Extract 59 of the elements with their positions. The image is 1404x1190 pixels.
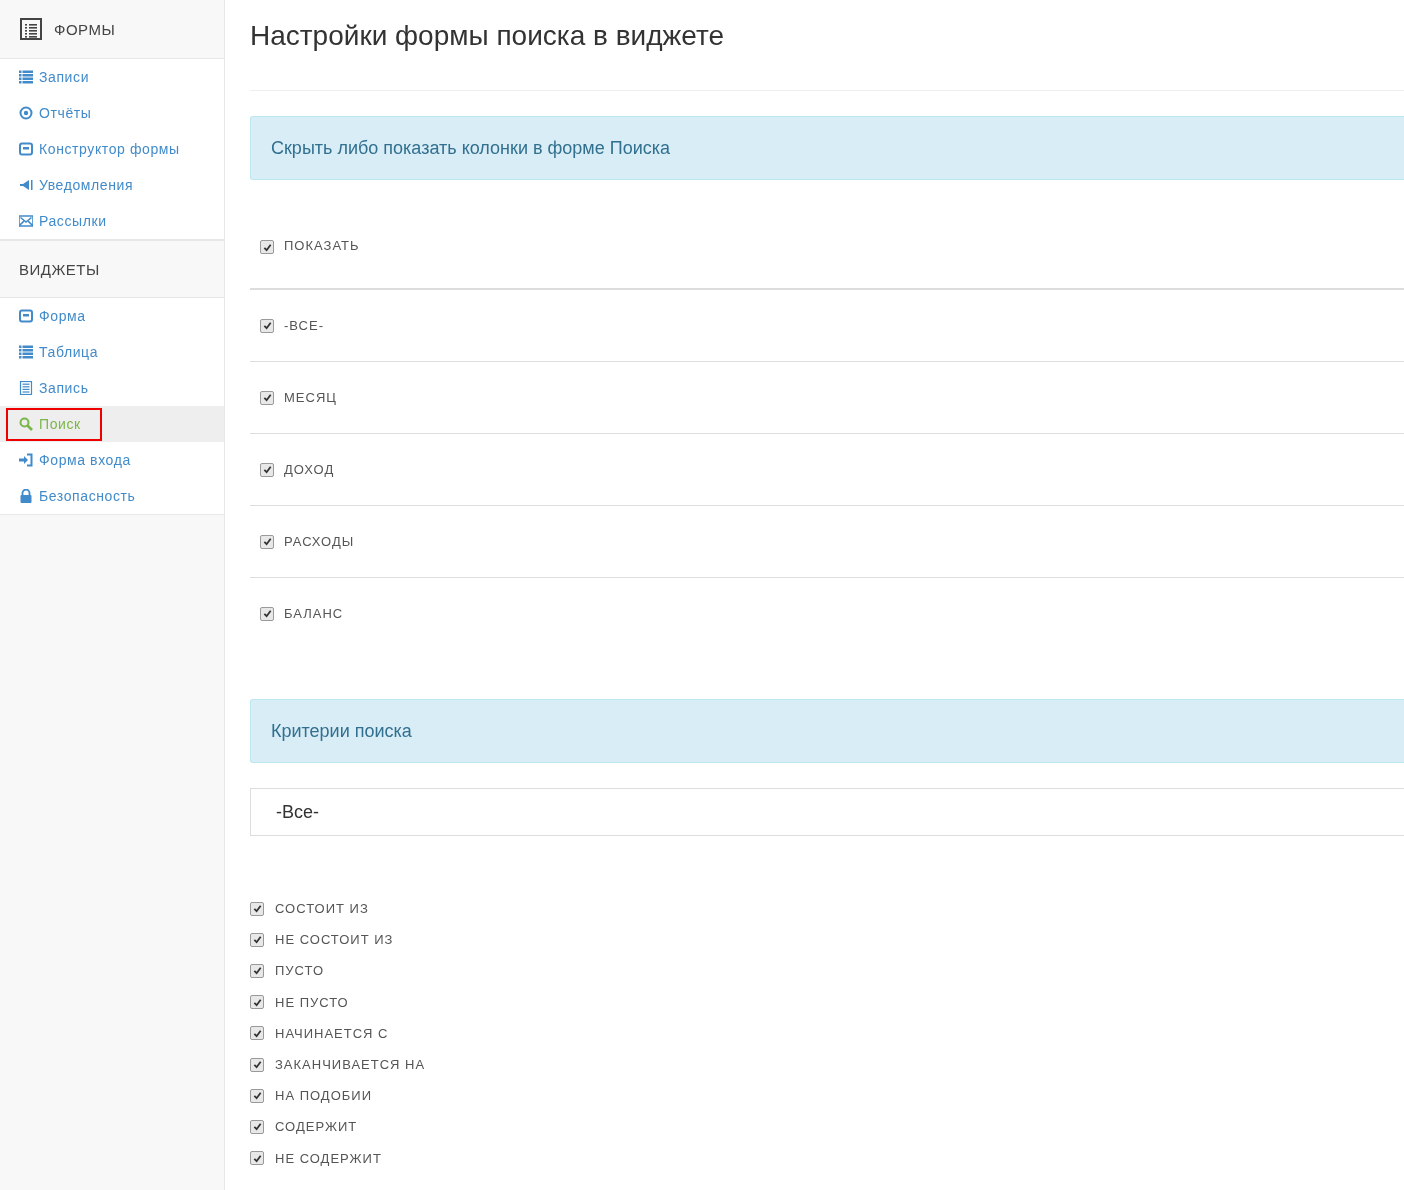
checkbox[interactable] [260, 606, 274, 621]
checkbox-label: БАЛАНС [284, 606, 344, 621]
list-icon [20, 18, 42, 40]
checkbox[interactable] [250, 932, 264, 947]
checkbox-label: НАЧИНАЕТСЯ С [275, 1025, 389, 1041]
checkbox-label: НА ПОДОБИИ [275, 1088, 372, 1104]
checkbox-label: ПОКАЗАТЬ [284, 238, 360, 253]
select-field[interactable]: -Все- [250, 788, 1404, 836]
checkbox-label: НЕ ПУСТО [275, 994, 349, 1010]
search-icon [19, 417, 33, 431]
checkbox[interactable] [250, 1151, 264, 1166]
checkbox[interactable] [260, 462, 274, 477]
checkbox-label: -ВСЕ- [284, 318, 324, 333]
checkbox-label: НЕ СОСТОИТ ИЗ [275, 932, 394, 948]
target-icon [19, 106, 33, 120]
lock-icon [19, 489, 33, 503]
sidebar-item[interactable]: Форма [0, 298, 224, 334]
sidebar-item[interactable]: Рассылки [0, 203, 224, 239]
checkbox-label: МЕСЯЦ [284, 390, 337, 405]
checkbox-label: ДОХОД [284, 462, 335, 477]
page-title: Настройки формы поиска в виджете [250, 19, 725, 53]
document-icon [19, 381, 33, 395]
checkbox[interactable] [250, 995, 264, 1010]
checkbox-label: РАСХОДЫ [284, 534, 355, 549]
checkbox[interactable] [260, 534, 274, 549]
checkbox[interactable] [250, 1119, 264, 1134]
checkbox[interactable] [250, 963, 264, 978]
checkbox[interactable] [250, 901, 264, 916]
sidebar-item[interactable]: Запись [0, 370, 224, 406]
sidebar-item[interactable]: Поиск [0, 406, 224, 442]
list-icon [19, 70, 33, 84]
sidebar-item[interactable]: Отчёты [0, 95, 224, 131]
checkbox[interactable] [260, 318, 274, 333]
checkbox[interactable] [260, 240, 274, 254]
login-icon [19, 453, 33, 467]
checkbox[interactable] [250, 1057, 264, 1072]
checkbox-label: НЕ СОДЕРЖИТ [275, 1150, 382, 1166]
sidebar-item[interactable]: Конструктор формы [0, 131, 224, 167]
checkbox-label: СОДЕРЖИТ [275, 1119, 358, 1135]
list-icon [19, 345, 33, 359]
form-icon [19, 309, 33, 323]
checkbox[interactable] [260, 390, 274, 405]
envelope-icon [19, 214, 33, 228]
section-heading: Критерии поиска [250, 699, 1404, 763]
megaphone-icon [19, 178, 33, 192]
form-icon [19, 142, 33, 156]
checkbox[interactable] [250, 1026, 264, 1041]
checkbox-label: СОСТОИТ ИЗ [275, 901, 369, 917]
section-title: ВИДЖЕТЫ [19, 260, 100, 278]
section-heading: Скрыть либо показать колонки в форме Поиска [250, 116, 1404, 180]
sidebar-item[interactable]: Таблица [0, 334, 224, 370]
sidebar-item[interactable]: Форма входа [0, 442, 224, 478]
sidebar-item[interactable]: Уведомления [0, 167, 224, 203]
sidebar-item[interactable]: Записи [0, 59, 224, 95]
checkbox-label: ЗАКАНЧИВАЕТСЯ НА [275, 1057, 426, 1073]
sidebar-item[interactable]: Безопасность [0, 478, 224, 514]
checkbox[interactable] [250, 1088, 264, 1103]
section-title: ФОРМЫ [54, 20, 116, 38]
checkbox-label: ПУСТО [275, 963, 325, 979]
